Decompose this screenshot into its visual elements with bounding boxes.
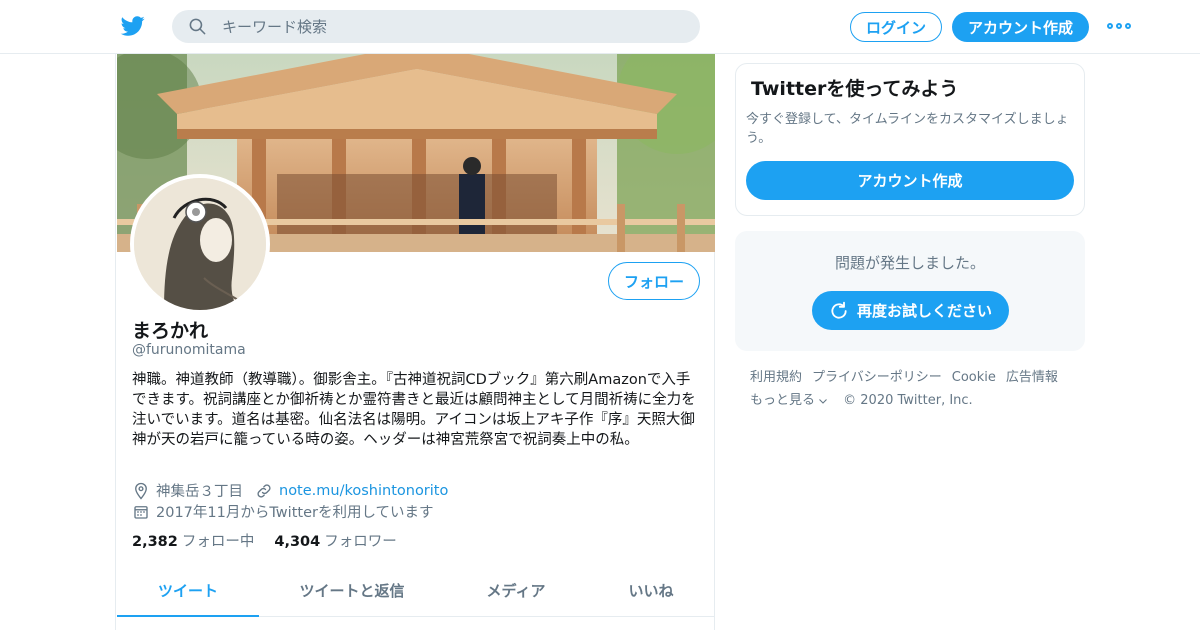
refresh-icon — [831, 301, 847, 319]
footer-link-cookie[interactable]: Cookie — [952, 370, 996, 385]
footer-more-button[interactable]: もっと見る — [750, 389, 829, 412]
profile-column: フォロー まろかれ @furunomitama 神職。神道教師（教導職）。御影舎… — [115, 54, 715, 630]
following-label: フォロー中 — [181, 534, 255, 550]
profile-tabs: ツイート ツイートと返信 メディア いいね — [117, 564, 715, 617]
link-icon — [257, 483, 271, 498]
tab-tweets[interactable]: ツイート — [117, 564, 259, 617]
footer-copyright: © 2020 Twitter, Inc. — [843, 393, 973, 408]
profile-location: 神集岳３丁目 — [156, 484, 243, 500]
chevron-down-icon — [819, 398, 827, 404]
tab-tweets-and-replies[interactable]: ツイートと返信 — [259, 564, 445, 616]
footer-link-privacy[interactable]: プライバシーポリシー — [812, 370, 942, 385]
top-navigation-bar: ログイン アカウント作成 — [0, 0, 1200, 54]
footer-link-ads[interactable]: 広告情報 — [1006, 370, 1058, 385]
signup-prompt-text: 今すぐ登録して、タイムラインをカスタマイズしましょう。 — [746, 112, 1069, 146]
tab-likes[interactable]: いいね — [587, 564, 715, 616]
search-input[interactable] — [222, 10, 682, 43]
twitter-logo-icon[interactable] — [120, 14, 146, 38]
profile-joined-row: 2017年11月からTwitterを利用しています — [132, 501, 434, 522]
location-pin-icon — [135, 482, 147, 500]
signup-prompt-title: Twitterを使ってみよう — [751, 78, 959, 100]
calendar-icon — [134, 505, 148, 519]
signup-prompt-card: Twitterを使ってみよう 今すぐ登録して、タイムラインをカスタマイズしましょ… — [735, 63, 1085, 216]
signup-button[interactable]: アカウント作成 — [952, 12, 1089, 42]
search-icon — [189, 18, 206, 35]
more-options-icon[interactable] — [1107, 18, 1131, 34]
profile-location-row: 神集岳３丁目 note.mu/koshintonorito — [132, 480, 448, 501]
following-count: 2,382 — [132, 534, 178, 550]
login-button[interactable]: ログイン — [850, 12, 942, 42]
profile-website-link[interactable]: note.mu/koshintonorito — [279, 483, 448, 499]
follow-button[interactable]: フォロー — [608, 262, 700, 300]
followers-count: 4,304 — [274, 534, 321, 550]
error-card: 問題が発生しました。 再度お試しください — [735, 231, 1085, 351]
tab-media[interactable]: メディア — [445, 564, 587, 616]
search-box — [172, 10, 700, 43]
create-account-button[interactable]: アカウント作成 — [746, 161, 1074, 200]
footer-links: 利用規約 プライバシーポリシー Cookie 広告情報 もっと見る © 2020 Tw… — [750, 366, 1080, 412]
followers-label: フォロワー — [324, 534, 397, 550]
profile-joined-date: 2017年11月からTwitterを利用しています — [156, 505, 434, 521]
profile-bio: 神職。神道教師（教導職）。御影舎主。『古神道祝詞CDブック』第六刷Amazonで… — [132, 372, 696, 448]
footer-more-label: もっと見る — [750, 393, 816, 408]
profile-handle: @furunomitama — [132, 342, 246, 358]
following-stat[interactable]: 2,382 フォロー中 — [132, 530, 254, 551]
followers-stat[interactable]: 4,304 フォロワー — [274, 530, 396, 551]
footer-link-terms[interactable]: 利用規約 — [750, 370, 802, 385]
retry-label: 再度お試しください — [856, 302, 992, 320]
profile-stats: 2,382 フォロー中 4,304 フォロワー — [132, 530, 397, 551]
profile-name: まろかれ — [132, 320, 209, 342]
error-message: 問題が発生しました。 — [834, 254, 985, 272]
retry-button[interactable]: 再度お試しください — [812, 291, 1009, 330]
profile-avatar[interactable] — [130, 174, 270, 314]
